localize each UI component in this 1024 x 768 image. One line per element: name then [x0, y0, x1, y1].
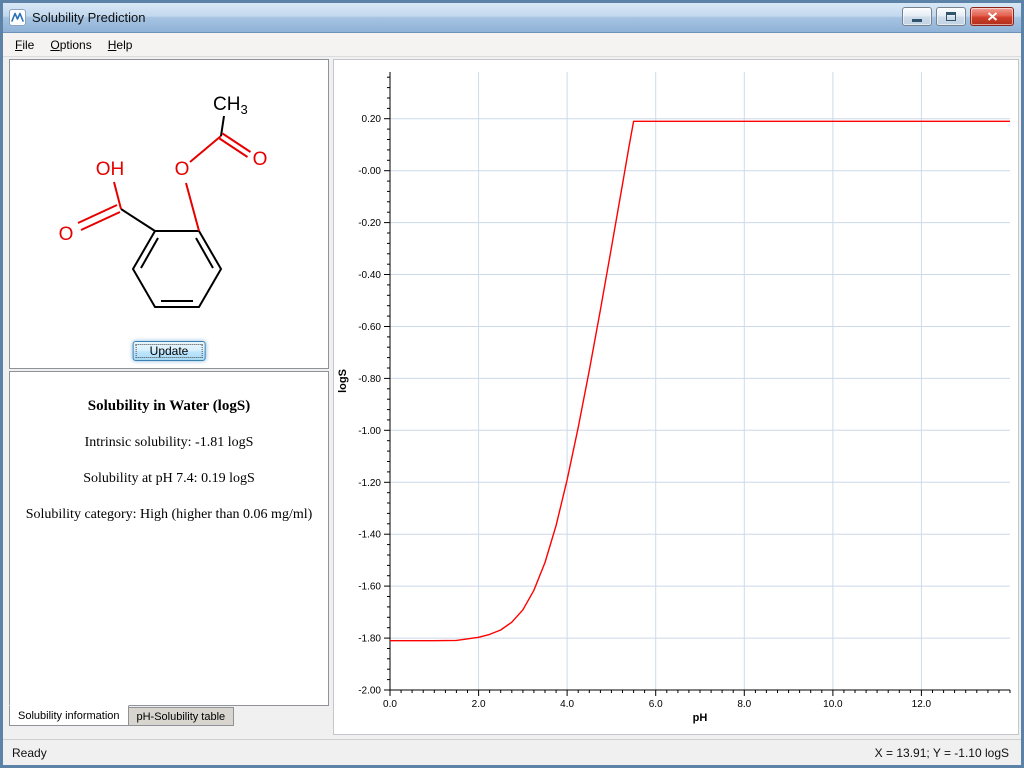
- maximize-icon: [946, 12, 956, 21]
- maximize-button[interactable]: [936, 7, 966, 26]
- svg-text:-0.60: -0.60: [358, 322, 381, 333]
- svg-text:2.0: 2.0: [472, 699, 486, 710]
- menu-item-help[interactable]: Help: [100, 35, 141, 55]
- close-icon: [987, 12, 998, 21]
- menubar: File Options Help: [3, 33, 1021, 57]
- minimize-icon: [912, 19, 922, 22]
- svg-text:logS: logS: [337, 369, 349, 393]
- info-heading: Solubility in Water (logS): [10, 398, 328, 415]
- svg-text:pH: pH: [693, 712, 708, 724]
- info-panel: Solubility in Water (logS) Intrinsic sol…: [9, 371, 329, 706]
- svg-text:0.20: 0.20: [362, 114, 382, 125]
- svg-text:-0.00: -0.00: [358, 166, 381, 177]
- caption-buttons: [902, 7, 1014, 26]
- carboxyl-oxygen-label: O: [59, 224, 74, 245]
- carbonyl-oxygen-label: O: [253, 149, 268, 170]
- svg-text:-0.20: -0.20: [358, 218, 381, 229]
- svg-text:-2.00: -2.00: [358, 686, 381, 697]
- chart-panel: 0.0 2.0 4.0 6.0 8.0 10.0 12.0 0.20 -0.00 -0.20 -0.…: [333, 59, 1019, 735]
- titlebar[interactable]: Solubility Prediction: [3, 3, 1021, 33]
- solubility-category-line: Solubility category: High (higher than 0…: [10, 507, 328, 523]
- svg-text:4.0: 4.0: [560, 699, 574, 710]
- status-coordinates: X = 13.91; Y = -1.10 logS: [875, 746, 1009, 760]
- svg-text:12.0: 12.0: [912, 699, 932, 710]
- svg-text:-1.40: -1.40: [358, 530, 381, 541]
- menu-item-options[interactable]: Options: [42, 35, 99, 55]
- status-ready: Ready: [12, 746, 47, 760]
- structure-panel: OH O O O CH3 Update: [9, 59, 329, 369]
- aspirin-structure: OH O O O CH3: [10, 62, 328, 334]
- close-button[interactable]: [970, 7, 1014, 26]
- intrinsic-solubility-line: Intrinsic solubility: -1.81 logS: [10, 435, 328, 451]
- window-title: Solubility Prediction: [32, 10, 145, 25]
- svg-text:-1.20: -1.20: [358, 478, 381, 489]
- benzene-ring: [133, 231, 221, 307]
- solubility-chart[interactable]: 0.0 2.0 4.0 6.0 8.0 10.0 12.0 0.20 -0.00 -0.20 -0.…: [334, 60, 1018, 734]
- minimize-button[interactable]: [902, 7, 932, 26]
- svg-text:-1.80: -1.80: [358, 634, 381, 645]
- methyl-label: CH3: [213, 94, 248, 117]
- svg-text:-1.00: -1.00: [358, 426, 381, 437]
- statusbar: Ready X = 13.91; Y = -1.10 logS: [3, 739, 1021, 765]
- menu-item-file[interactable]: File: [7, 35, 42, 55]
- svg-text:-1.60: -1.60: [358, 582, 381, 593]
- app-icon: [9, 9, 26, 26]
- client-area: OH O O O CH3 Update Solubility in Water …: [3, 57, 1021, 739]
- svg-text:8.0: 8.0: [737, 699, 751, 710]
- solubility-at-ph-line: Solubility at pH 7.4: 0.19 logS: [10, 471, 328, 487]
- tab-strip: Solubility information pH-Solubility tab…: [9, 706, 234, 726]
- tab-solubility-information[interactable]: Solubility information: [9, 705, 129, 726]
- svg-text:-0.80: -0.80: [358, 374, 381, 385]
- svg-text:10.0: 10.0: [823, 699, 843, 710]
- app-window: Solubility Prediction File Options Help: [0, 0, 1024, 768]
- svg-text:0.0: 0.0: [383, 699, 397, 710]
- ester-oxygen-label: O: [175, 159, 190, 180]
- hydroxyl-label: OH: [96, 159, 125, 180]
- update-button[interactable]: Update: [133, 341, 206, 361]
- tab-ph-solubility-table[interactable]: pH-Solubility table: [129, 707, 235, 726]
- svg-text:-0.40: -0.40: [358, 270, 381, 281]
- svg-text:6.0: 6.0: [649, 699, 663, 710]
